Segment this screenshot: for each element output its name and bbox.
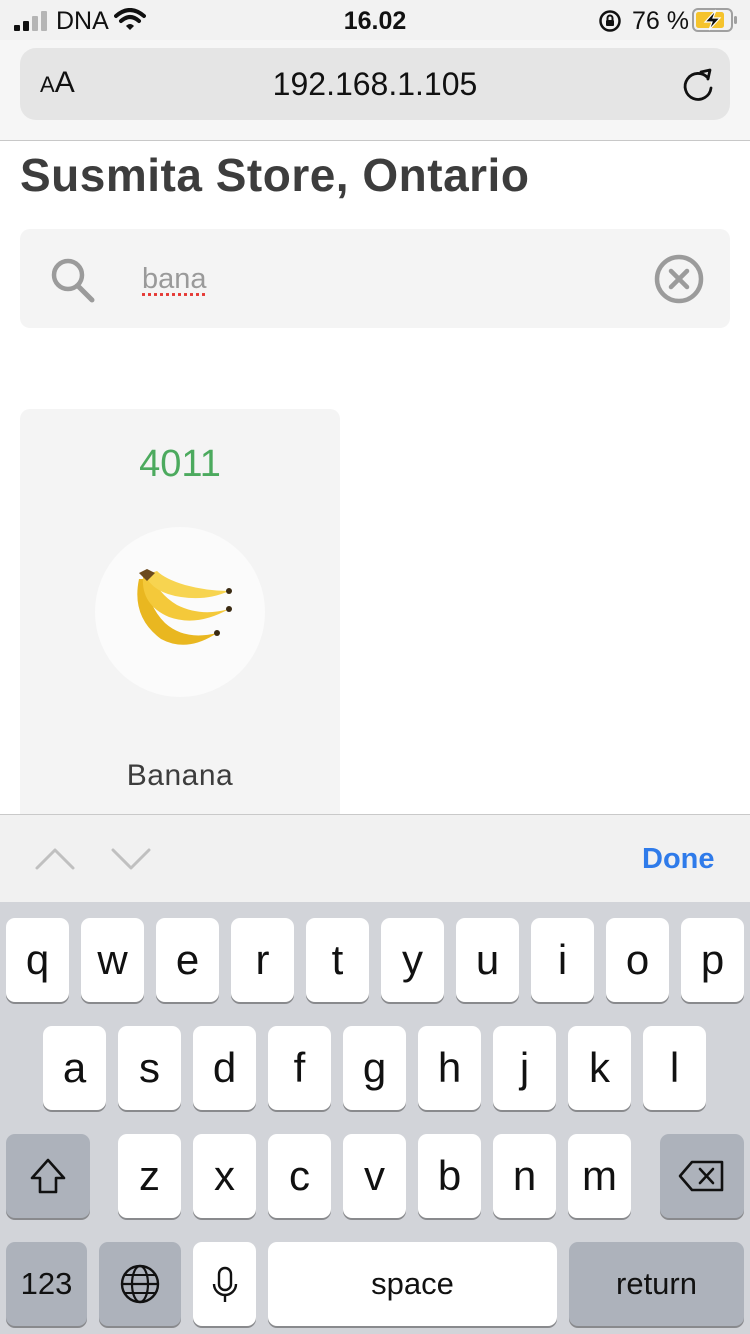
- address-bar[interactable]: AA 192.168.1.105: [20, 48, 730, 120]
- next-field-icon[interactable]: [110, 847, 152, 873]
- url-text[interactable]: 192.168.1.105: [20, 66, 730, 103]
- key-z[interactable]: z: [118, 1134, 181, 1218]
- clear-search-icon[interactable]: [654, 254, 704, 304]
- browser-toolbar: AA 192.168.1.105: [0, 40, 750, 141]
- key-x[interactable]: x: [193, 1134, 256, 1218]
- delete-key[interactable]: [660, 1134, 744, 1218]
- key-r[interactable]: r: [231, 918, 294, 1002]
- key-e[interactable]: e: [156, 918, 219, 1002]
- keyboard-accessory-bar: Done: [0, 814, 750, 902]
- page-title: Susmita Store, Ontario: [20, 149, 530, 201]
- key-f[interactable]: f: [268, 1026, 331, 1110]
- key-n[interactable]: n: [493, 1134, 556, 1218]
- key-d[interactable]: d: [193, 1026, 256, 1110]
- orientation-lock-icon: [599, 10, 621, 32]
- key-p[interactable]: p: [681, 918, 744, 1002]
- battery-charging-icon: [692, 8, 737, 32]
- done-button[interactable]: Done: [642, 843, 715, 876]
- backspace-icon: [678, 1160, 724, 1192]
- battery-percentage: 76 %: [632, 7, 689, 35]
- shift-icon: [30, 1158, 66, 1194]
- key-s[interactable]: s: [118, 1026, 181, 1110]
- dictation-key[interactable]: [193, 1242, 256, 1326]
- keyboard: q w e r t y u i o p a s d f g h j k l z …: [0, 902, 750, 1334]
- key-a[interactable]: a: [43, 1026, 106, 1110]
- key-j[interactable]: j: [493, 1026, 556, 1110]
- key-q[interactable]: q: [6, 918, 69, 1002]
- key-m[interactable]: m: [568, 1134, 631, 1218]
- key-h[interactable]: h: [418, 1026, 481, 1110]
- key-v[interactable]: v: [343, 1134, 406, 1218]
- search-bar[interactable]: [20, 229, 730, 328]
- banana-icon: [137, 569, 232, 645]
- globe-key[interactable]: [99, 1242, 181, 1326]
- microphone-icon: [212, 1266, 237, 1302]
- key-k[interactable]: k: [568, 1026, 631, 1110]
- globe-icon: [120, 1264, 160, 1304]
- key-g[interactable]: g: [343, 1026, 406, 1110]
- reload-icon[interactable]: [680, 66, 716, 104]
- status-bar: DNA 16.02 76 %: [0, 0, 750, 40]
- product-card[interactable]: 4011 Banana: [20, 409, 340, 829]
- key-u[interactable]: u: [456, 918, 519, 1002]
- previous-field-icon[interactable]: [34, 845, 76, 871]
- numbers-key[interactable]: 123: [6, 1242, 87, 1326]
- key-i[interactable]: i: [531, 918, 594, 1002]
- key-b[interactable]: b: [418, 1134, 481, 1218]
- search-input[interactable]: [142, 259, 622, 299]
- return-key[interactable]: return: [569, 1242, 744, 1326]
- key-y[interactable]: y: [381, 918, 444, 1002]
- product-image: [95, 527, 265, 697]
- key-l[interactable]: l: [643, 1026, 706, 1110]
- space-key[interactable]: space: [268, 1242, 557, 1326]
- key-o[interactable]: o: [606, 918, 669, 1002]
- key-w[interactable]: w: [81, 918, 144, 1002]
- product-name: Banana: [126, 759, 234, 792]
- search-icon: [51, 258, 95, 303]
- key-t[interactable]: t: [306, 918, 369, 1002]
- shift-key[interactable]: [6, 1134, 90, 1218]
- product-code: 4011: [139, 443, 221, 485]
- key-c[interactable]: c: [268, 1134, 331, 1218]
